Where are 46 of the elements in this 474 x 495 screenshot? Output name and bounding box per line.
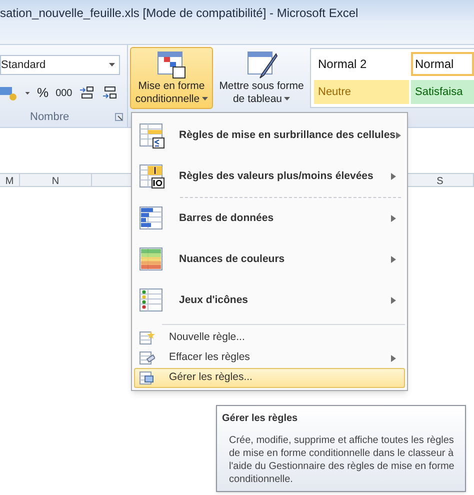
colorscale-icon xyxy=(139,246,165,272)
submenu-arrow-icon xyxy=(391,297,396,304)
menu-item[interactable]: Règles des valeurs plus/moins élevées xyxy=(134,156,405,197)
databars-icon xyxy=(139,206,165,232)
conditional-formatting-button[interactable]: Mise en forme conditionnelle xyxy=(130,47,213,109)
dropdown-arrow-icon xyxy=(109,63,115,67)
cell-style[interactable]: Satisfaisa xyxy=(411,80,474,104)
submenu-arrow-icon xyxy=(391,256,396,263)
dialog-launcher-icon[interactable] xyxy=(115,112,123,121)
conditional-formatting-icon xyxy=(156,50,188,80)
submenu-arrow-icon xyxy=(391,173,396,180)
menu-item[interactable]: Barres de données xyxy=(134,198,405,239)
tooltip-title: Gérer les règles xyxy=(222,412,299,426)
menu-item[interactable]: Gérer les règles... xyxy=(134,368,405,388)
cell-style[interactable]: Normal xyxy=(411,52,474,76)
caret-icon xyxy=(202,97,208,102)
submenu-arrow-icon xyxy=(396,132,401,139)
cell-style[interactable]: Neutre xyxy=(314,80,409,104)
menu-item[interactable]: Nouvelle règle... xyxy=(134,328,405,348)
highlight-icon xyxy=(139,122,165,148)
column-header: M xyxy=(0,174,20,186)
group-label: Nombre xyxy=(30,110,70,124)
top10-icon xyxy=(139,164,165,190)
new-rule-icon xyxy=(139,330,155,346)
increase-decimal-icon[interactable] xyxy=(79,86,96,100)
caret-icon xyxy=(284,97,290,102)
submenu-arrow-icon xyxy=(391,354,396,362)
number-format-dropdown[interactable]: Standard xyxy=(0,55,120,75)
eraser-icon xyxy=(139,350,155,366)
iconsets-icon xyxy=(139,288,165,314)
decrease-decimal-icon[interactable] xyxy=(102,86,118,100)
table-brush-icon xyxy=(246,50,278,80)
format-as-table-button[interactable]: Mettre sous forme de tableau xyxy=(215,47,308,109)
menu-item[interactable]: Effacer les règles xyxy=(134,348,405,368)
currency-icon[interactable] xyxy=(0,85,18,101)
rules-manager-icon xyxy=(139,370,155,386)
menu-item[interactable]: Jeux d'icônes xyxy=(134,280,405,321)
column-header: N xyxy=(20,174,92,186)
percent-button[interactable]: % xyxy=(37,83,49,103)
caret-icon xyxy=(25,92,30,94)
menu-item[interactable]: Règles de mise en surbrillance des cellules xyxy=(134,115,405,156)
window-title: sation_nouvelle_feuille.xls [Mode de compatibilité] - Microsoft Excel xyxy=(0,6,358,20)
tooltip-text: Crée, modifie, supprime et affiche toutes les règles de mise en forme conditionnelle dans le classeur à l'aide du Gestionnaire des règles de mise en forme conditionnelle. xyxy=(229,434,456,486)
menu-item[interactable]: Nuances de couleurs xyxy=(134,239,405,280)
submenu-arrow-icon xyxy=(391,215,396,222)
thousands-button[interactable]: 000 xyxy=(56,86,72,100)
